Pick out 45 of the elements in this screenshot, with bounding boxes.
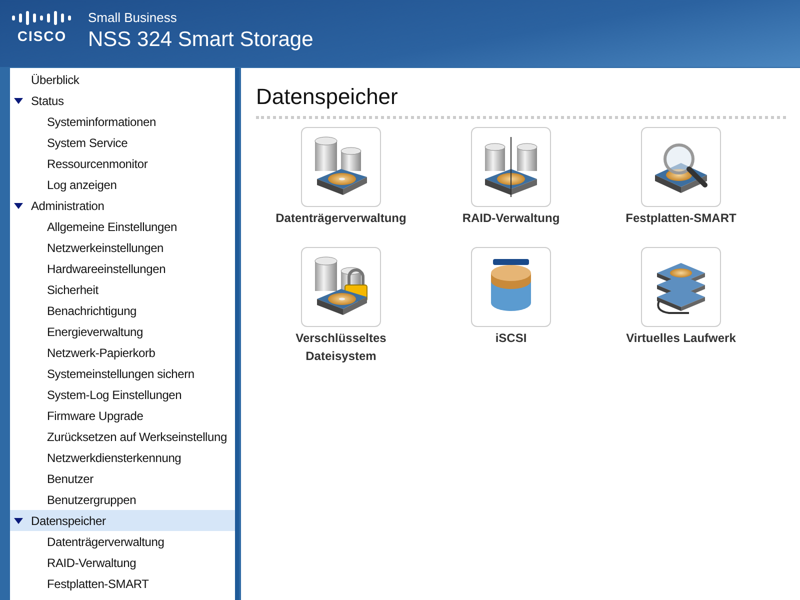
tree-item[interactable]: Festplatten-SMART [10,573,235,594]
expand-arrow-icon[interactable] [14,518,23,524]
tree-item[interactable]: System-Log Einstellungen [10,384,235,405]
tile-button[interactable] [471,127,551,207]
tile-label[interactable]: Datenträgerverwaltung [266,209,416,227]
tree-item[interactable]: Netzwerk-Papierkorb [10,342,235,363]
tile-label[interactable]: Virtuelles Laufwerk [606,329,756,347]
tree-item[interactable]: Energieverwaltung [10,321,235,342]
tile-button[interactable] [301,247,381,327]
logo-text: CISCO [17,28,67,44]
tree-item[interactable]: Ressourcenmonitor [10,153,235,174]
tree-item[interactable]: Firmware Upgrade [10,405,235,426]
tile-label[interactable]: RAID-Verwaltung [436,209,586,227]
tree-item[interactable]: Allgemeine Einstellungen [10,216,235,237]
tree-item[interactable]: Benutzergruppen [10,489,235,510]
product-title: NSS 324 Smart Storage [88,27,314,53]
tree-item[interactable]: Benutzer [10,468,235,489]
tree-item[interactable]: Überblick [10,69,235,90]
tree-item[interactable]: System Service [10,132,235,153]
tree-item[interactable]: Datenträgerverwaltung [10,531,235,552]
tree-item[interactable]: Status [10,90,235,111]
tile-label[interactable]: Verschlüsseltes Dateisystem [266,329,416,365]
tree-item[interactable]: Systemeinstellungen sichern [10,363,235,384]
tile-label[interactable]: iSCSI [436,329,586,347]
tile-label[interactable]: Festplatten-SMART [606,209,756,227]
tree-item[interactable]: Zurücksetzen auf Werkseinstellung [10,426,235,447]
expand-arrow-icon[interactable] [14,202,23,208]
tree-item[interactable]: RAID-Verwaltung [10,552,235,573]
tree-item[interactable]: Netzwerkdiensterkennung [10,447,235,468]
product-subtitle: Small Business [88,10,178,26]
tile-button[interactable] [641,127,721,207]
page-title: Datenspeicher [256,83,399,111]
tree-item[interactable]: Benachrichtigung [10,300,235,321]
tree-item[interactable]: Systeminformationen [10,111,235,132]
tree-item[interactable]: Hardwareeinstellungen [10,258,235,279]
tile-button[interactable] [301,127,381,207]
tree-item[interactable]: Datenspeicher [10,510,235,531]
tile-button[interactable] [471,247,551,327]
tree-item[interactable]: Administration [10,195,235,216]
tree-item[interactable]: Netzwerkeinstellungen [10,237,235,258]
logo-bars-icon [11,11,73,25]
tile-button[interactable] [641,247,721,327]
tree-item[interactable]: Sicherheit [10,279,235,300]
expand-arrow-icon[interactable] [14,98,23,104]
tree-item[interactable]: Log anzeigen [10,174,235,195]
